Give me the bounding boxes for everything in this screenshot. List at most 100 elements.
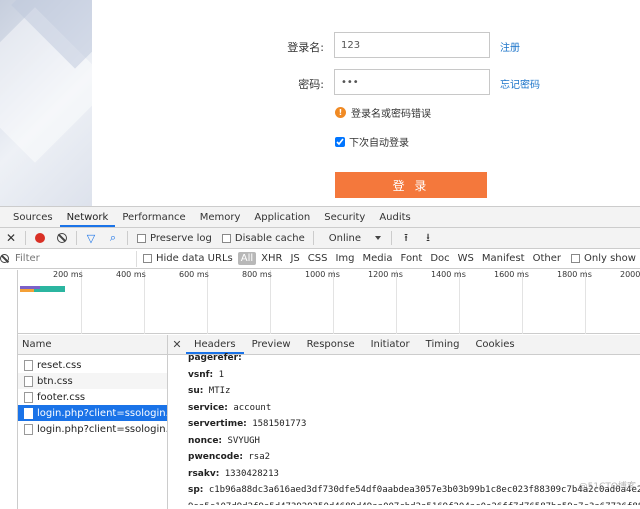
filter-icon[interactable]: ▽ (80, 228, 102, 249)
filter-type-ws[interactable]: WS (455, 252, 477, 265)
hide-data-urls-label: Hide data URLs (156, 253, 233, 264)
param-value: MTIz (208, 386, 231, 396)
file-icon (24, 391, 33, 403)
filter-type-all[interactable]: All (237, 252, 257, 265)
request-row[interactable]: login.php?client=ssologin.js(v... (18, 421, 167, 437)
timeline-tick-label: 200 ms (53, 270, 83, 279)
detail-tab-initiator[interactable]: Initiator (363, 339, 418, 354)
timeline-gridline (396, 270, 397, 334)
watermark: @51CTO博客 (578, 482, 636, 492)
record-icon[interactable] (29, 228, 51, 249)
login-button[interactable]: 登 录 (335, 172, 487, 198)
tab-application[interactable]: Application (247, 207, 317, 227)
chevron-down-icon (375, 236, 382, 240)
param-value: 1581501773 (252, 419, 307, 429)
network-toolbar: ✕ ▽ ⌕ Preserve log Disable cache Online … (0, 228, 640, 249)
waterfall-bar (20, 289, 34, 292)
param-key: su: (188, 386, 204, 396)
forgot-password-link[interactable]: 忘记密码 (500, 76, 540, 91)
block-icon (0, 249, 9, 268)
tab-network[interactable]: Network (59, 207, 116, 227)
filter-type-js[interactable]: JS (287, 252, 302, 265)
timeline-gridline (585, 270, 586, 334)
filter-bar: Hide data URLs AllXHRJSCSSImgMediaFontDo… (0, 249, 640, 269)
request-row[interactable]: btn.css (18, 373, 167, 389)
form-param-row: pwencode: rsa2 (188, 449, 640, 466)
filter-type-css[interactable]: CSS (305, 252, 331, 265)
waterfall-overview[interactable]: 200 ms 400 ms 600 ms 800 ms 1000 ms 1200 ms 14… (18, 270, 640, 334)
param-value: 1 (218, 369, 224, 380)
password-label: 密码: (298, 78, 324, 91)
timeline-gridline (207, 270, 208, 334)
timeline-gridline (81, 270, 82, 334)
left-gutter (0, 270, 18, 509)
warning-icon: ! (335, 107, 346, 118)
name-column-header[interactable]: Name (18, 335, 167, 355)
param-key: pwencode: (188, 452, 243, 462)
param-key: servertime: (188, 419, 247, 429)
form-param-row: su: MTIz (188, 383, 640, 400)
filter-type-other[interactable]: Other (530, 252, 564, 265)
detail-tab-cookies[interactable]: Cookies (467, 339, 522, 354)
devtools-tabs: Sources Network Performance Memory Applicati… (0, 207, 640, 228)
remember-me[interactable]: 下次自动登录 (335, 134, 409, 149)
timeline-tick-label: 600 ms (179, 270, 209, 279)
remember-checkbox[interactable] (335, 136, 345, 147)
timeline-tick-label: 400 ms (116, 270, 146, 279)
tab-audits[interactable]: Audits (372, 207, 417, 227)
request-row[interactable]: footer.css (18, 389, 167, 405)
resource-type-filters: All XHR JS CSS Img Media Font Doc WS Manifest Othe… (237, 252, 565, 265)
form-param-row: rsakv: 1330428213 (188, 466, 640, 483)
filter-input[interactable] (11, 250, 137, 267)
filter-type-img[interactable]: Img (332, 252, 357, 265)
error-message: ! 登录名或密码错误 (335, 105, 431, 120)
search-icon[interactable]: ⌕ (102, 228, 124, 249)
form-param-row: service: account (188, 400, 640, 417)
close-icon[interactable]: ✕ (168, 334, 186, 354)
register-link[interactable]: 注册 (500, 39, 520, 54)
username-input[interactable] (334, 32, 490, 58)
timeline-tick-label: 2000 m (620, 270, 640, 279)
clear-icon[interactable] (51, 228, 73, 249)
filter-type-font[interactable]: Font (398, 252, 426, 265)
request-detail: ✕ Headers Preview Response Initiator Timing C… (168, 335, 640, 509)
form-param-row: 9ea5c107d9d2f9e5d473929350d4689d49aa007c… (188, 499, 640, 506)
timeline-tick-label: 1400 ms (431, 270, 466, 279)
form-param-row: vsnf: 1 (188, 367, 640, 384)
detail-tab-timing[interactable]: Timing (418, 339, 468, 354)
close-icon[interactable]: ✕ (0, 228, 22, 249)
filter-type-doc[interactable]: Doc (427, 252, 452, 265)
file-icon (24, 375, 33, 387)
param-value: rsa2 (248, 452, 271, 462)
request-row[interactable]: login.php?client=ssologin.js(v... (18, 405, 167, 421)
request-name: btn.css (37, 375, 73, 387)
timeline-tick-label: 1200 ms (368, 270, 403, 279)
request-row[interactable]: reset.css (18, 357, 167, 373)
background-illustration (0, 0, 92, 206)
disable-cache-checkbox[interactable]: Disable cache (221, 232, 305, 244)
import-icon[interactable]: ⭱ (395, 228, 417, 249)
timeline-gridline (522, 270, 523, 334)
detail-tab-preview[interactable]: Preview (244, 339, 299, 354)
filter-type-xhr[interactable]: XHR (258, 252, 285, 265)
throttle-select[interactable]: Online (329, 233, 382, 244)
only-show-checkbox[interactable]: Only show requests with S (571, 253, 640, 264)
hide-data-urls-checkbox[interactable]: Hide data URLs (143, 253, 233, 264)
tab-sources[interactable]: Sources (6, 207, 60, 227)
filter-type-manifest[interactable]: Manifest (479, 252, 528, 265)
filter-type-media[interactable]: Media (360, 252, 396, 265)
disable-cache-label: Disable cache (234, 232, 305, 244)
export-icon[interactable]: ⭳ (417, 228, 439, 249)
file-icon (24, 423, 33, 435)
request-name: login.php?client=ssologin.js(v... (37, 423, 167, 435)
param-key: vsnf: (188, 369, 214, 380)
file-icon (24, 359, 33, 371)
tab-performance[interactable]: Performance (115, 207, 192, 227)
tab-memory[interactable]: Memory (193, 207, 248, 227)
detail-tab-response[interactable]: Response (299, 339, 363, 354)
preserve-log-checkbox[interactable]: Preserve log (137, 233, 212, 244)
timeline-gridline (333, 270, 334, 334)
password-input[interactable] (334, 69, 490, 95)
tab-security[interactable]: Security (317, 207, 372, 227)
param-key: pagerefer: (188, 353, 242, 363)
